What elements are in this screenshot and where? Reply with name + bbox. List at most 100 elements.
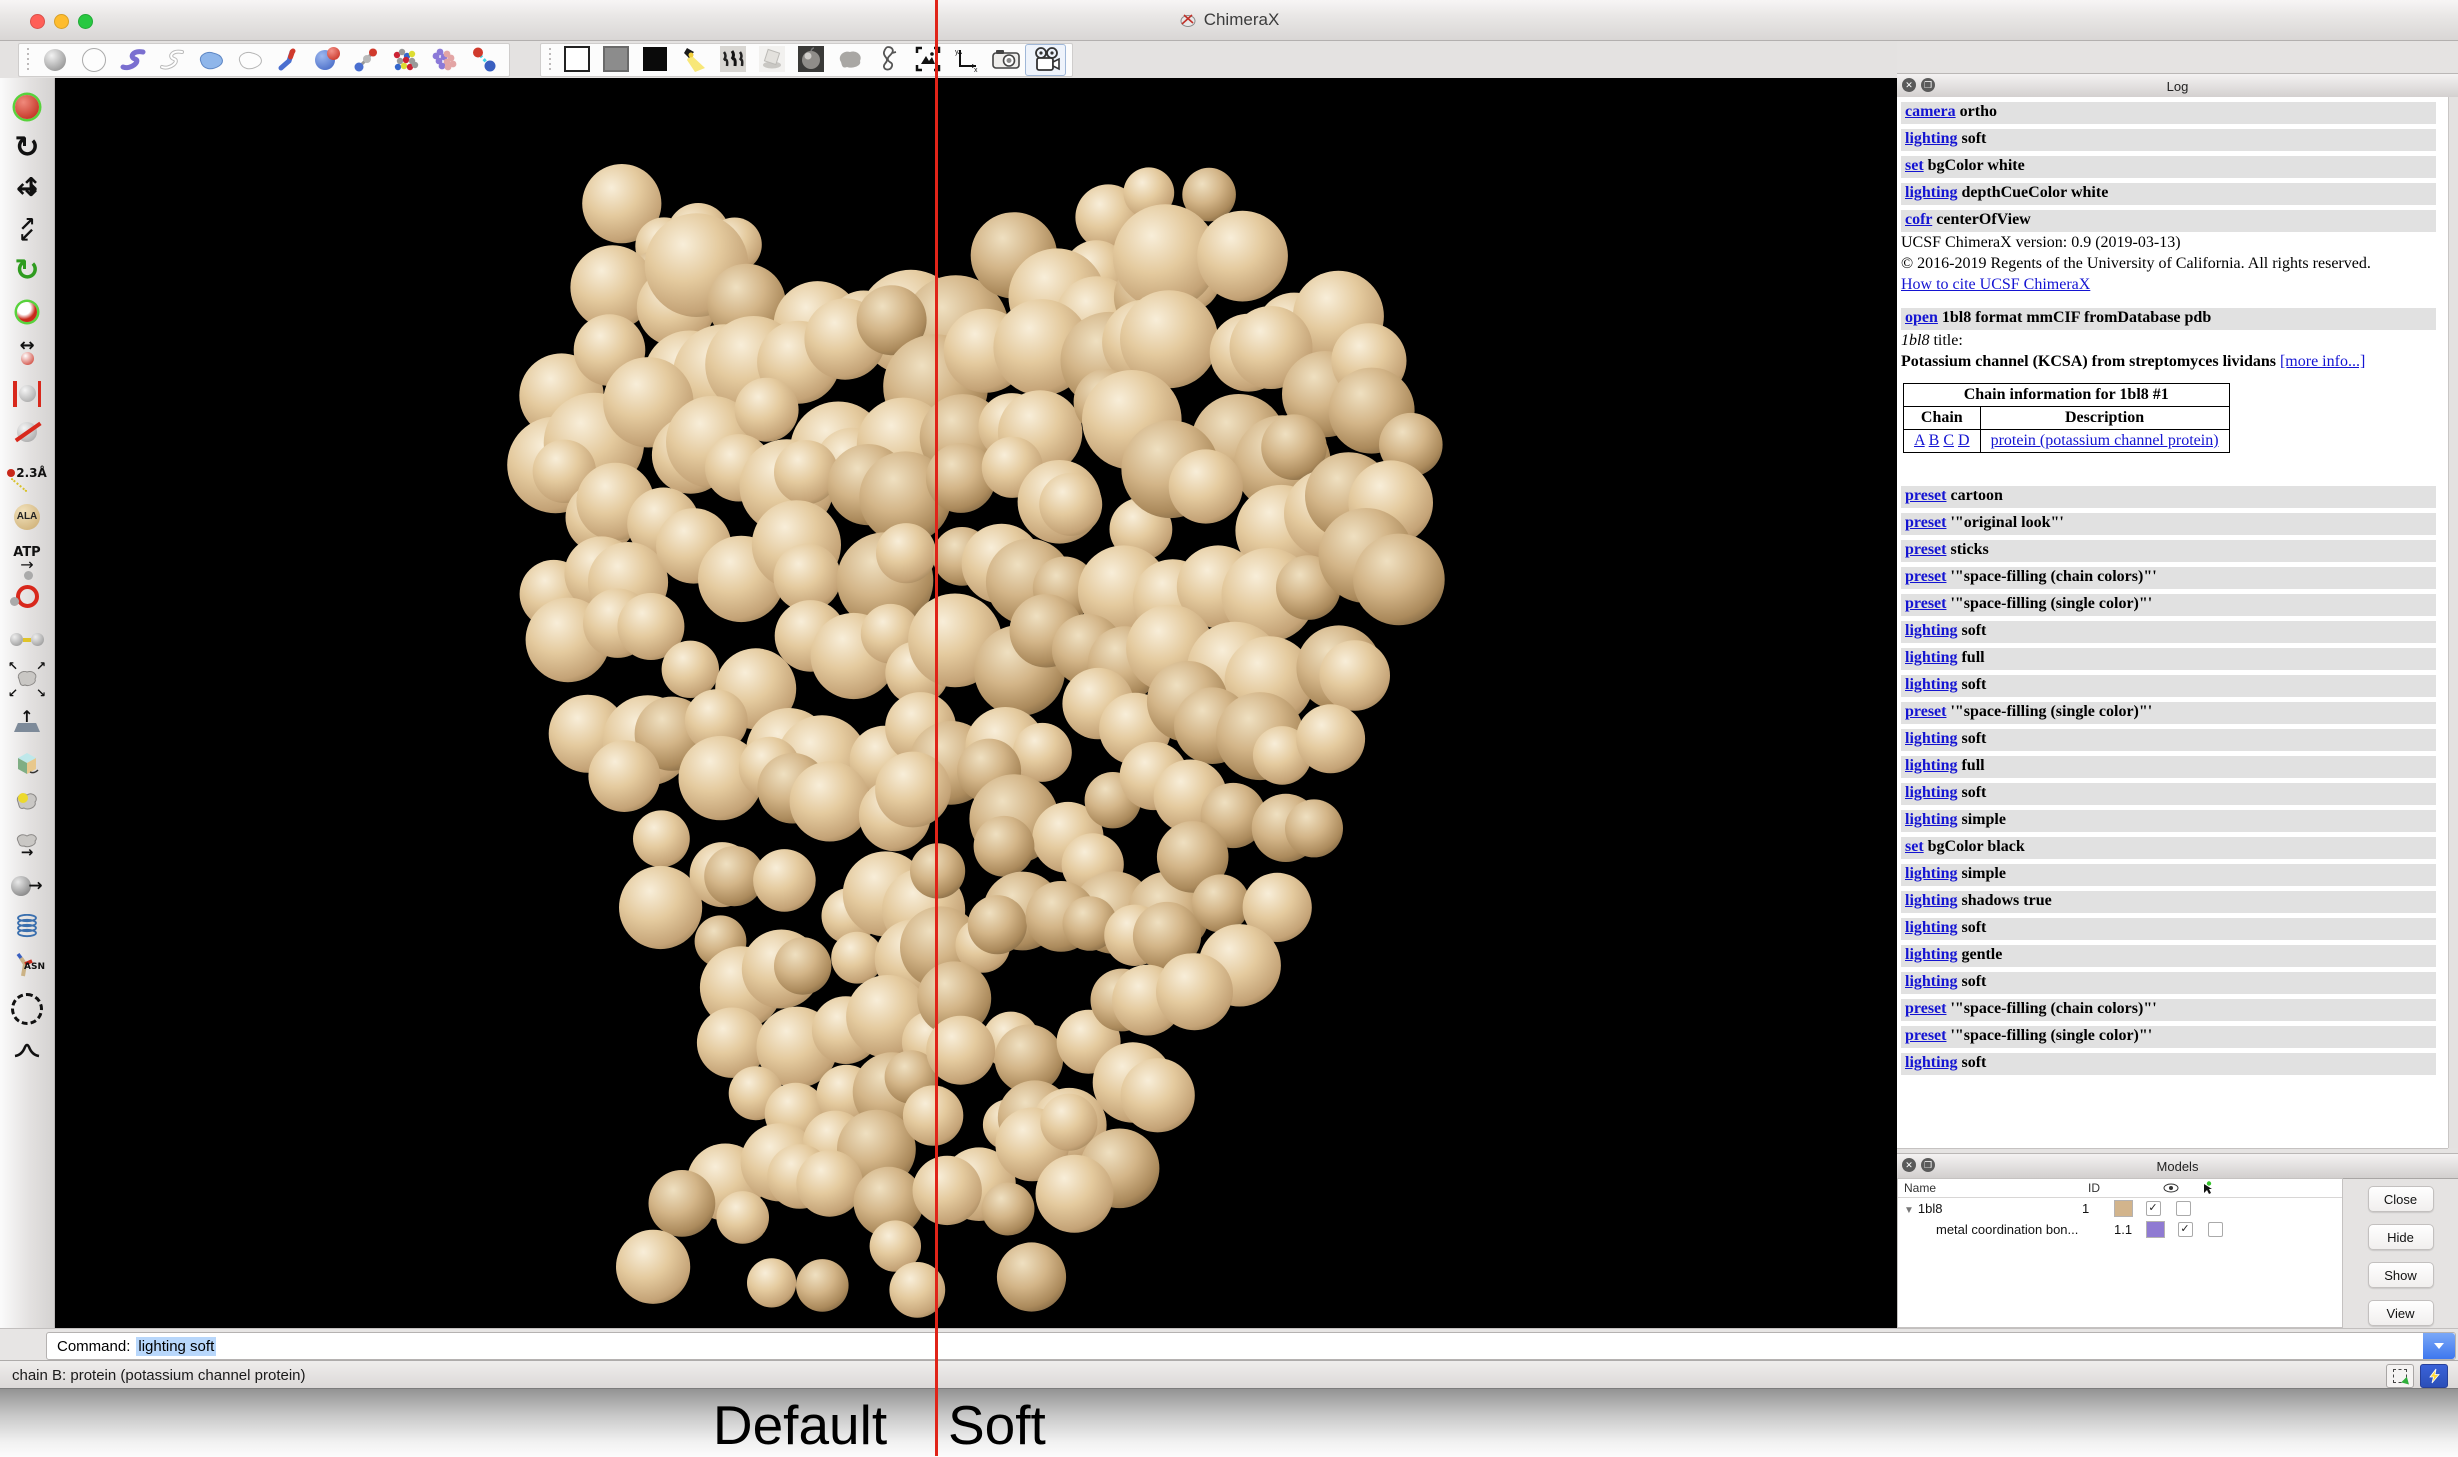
log-command-link[interactable]: preset <box>1905 487 1946 504</box>
clip-rotate-mouse-mode-button[interactable] <box>6 414 48 455</box>
zoom-mouse-mode-button[interactable]: ↗↙ <box>6 209 48 250</box>
orient-axes-button[interactable]: yx <box>947 44 986 74</box>
log-command-link[interactable]: preset <box>1905 568 1946 585</box>
stick-style-button[interactable] <box>269 45 308 75</box>
models-hide-button[interactable]: Hide <box>2368 1224 2434 1250</box>
flat-lighting-button[interactable] <box>830 44 869 74</box>
log-command-link[interactable]: set <box>1905 157 1924 174</box>
disclosure-triangle-icon[interactable]: ▼ <box>1904 1205 1914 1216</box>
toolbar-grip[interactable] <box>25 48 31 72</box>
rotate-selected-mouse-mode-button[interactable]: ↻ <box>6 250 48 291</box>
bond-rotation-mouse-mode-button[interactable] <box>6 619 48 660</box>
windowing-mouse-mode-button[interactable]: → <box>6 865 48 906</box>
center-of-rotation-mouse-mode-button[interactable] <box>6 578 48 619</box>
model-shown-checkbox[interactable]: ✓ <box>2178 1222 2193 1237</box>
log-command-link[interactable]: lighting <box>1905 973 1957 990</box>
model-color-swatch[interactable] <box>2146 1221 2165 1238</box>
translate-mouse-mode-button[interactable]: ↔↕ <box>6 168 48 209</box>
model-color-swatch[interactable] <box>2114 1200 2133 1217</box>
models-view-button[interactable]: View <box>2368 1300 2434 1326</box>
log-undock-icon[interactable]: ❐ <box>1921 78 1935 92</box>
how-to-cite-link[interactable]: How to cite UCSF ChimeraX <box>1901 276 2090 293</box>
chain-description-link[interactable]: protein (potassium channel protein) <box>1991 432 2219 449</box>
color-by-chain-button[interactable] <box>425 45 464 75</box>
model-shown-checkbox[interactable]: ✓ <box>2146 1201 2161 1216</box>
show-atoms-button[interactable] <box>35 45 74 75</box>
simple-lighting-button[interactable] <box>674 44 713 74</box>
log-command-link[interactable]: open <box>1905 309 1938 326</box>
move-ligand-mouse-mode-button[interactable]: ↔ <box>6 332 48 373</box>
snapshot-button[interactable] <box>986 44 1025 74</box>
tug-mouse-mode-button[interactable] <box>6 906 48 947</box>
models-undock-icon[interactable]: ❐ <box>1921 1158 1935 1172</box>
view-selected-button[interactable] <box>908 44 947 74</box>
sphere-style-button[interactable] <box>347 45 386 75</box>
pick-blob-mouse-mode-button[interactable] <box>6 783 48 824</box>
full-lighting-button[interactable] <box>752 44 791 74</box>
gray-background-button[interactable] <box>596 44 635 74</box>
chain-link[interactable]: B <box>1929 432 1940 449</box>
log-command-link[interactable]: lighting <box>1905 919 1957 936</box>
contour-level-mouse-mode-button[interactable]: ↖↗↙↘ <box>6 660 48 701</box>
model-selected-checkbox[interactable] <box>2208 1222 2223 1237</box>
log-scrollbar[interactable] <box>2448 97 2458 1148</box>
chain-link[interactable]: A <box>1914 432 1925 449</box>
log-command-link[interactable]: preset <box>1905 595 1946 612</box>
selection-mode-button[interactable] <box>2386 1364 2414 1388</box>
ball-and-stick-style-button[interactable] <box>308 45 347 75</box>
zone-mouse-mode-button[interactable] <box>6 988 48 1029</box>
pivot-mouse-mode-button[interactable] <box>6 1029 48 1070</box>
black-background-button[interactable] <box>635 44 674 74</box>
show-surfaces-button[interactable] <box>191 45 230 75</box>
swap-residue-mouse-mode-button[interactable]: ASN <box>6 947 48 988</box>
log-close-icon[interactable]: ✕ <box>1902 78 1916 92</box>
log-command-link[interactable]: preset <box>1905 1000 1946 1017</box>
log-command-link[interactable]: lighting <box>1905 649 1957 666</box>
play-map-series-mouse-mode-button[interactable]: → <box>6 824 48 865</box>
translate-selected-mouse-mode-button[interactable] <box>6 291 48 332</box>
log-command-link[interactable]: preset <box>1905 514 1946 531</box>
label-mouse-mode-button[interactable]: ALA <box>6 496 48 537</box>
model-selected-checkbox[interactable] <box>2176 1201 2191 1216</box>
record-movie-button[interactable] <box>1025 44 1066 76</box>
log-command-link[interactable]: lighting <box>1905 730 1957 747</box>
silhouettes-button[interactable] <box>869 44 908 74</box>
log-command-link[interactable]: lighting <box>1905 865 1957 882</box>
move-planes-mouse-mode-button[interactable]: ↑ <box>6 701 48 742</box>
log-command-link[interactable]: cofr <box>1905 211 1932 228</box>
log-command-link[interactable]: lighting <box>1905 784 1957 801</box>
log-command-link[interactable]: preset <box>1905 541 1946 558</box>
models-close-icon[interactable]: ✕ <box>1902 1158 1916 1172</box>
hide-atoms-button[interactable] <box>74 45 113 75</box>
toolbar-grip[interactable] <box>547 48 553 72</box>
log-command-link[interactable]: lighting <box>1905 811 1957 828</box>
log-command-link[interactable]: lighting <box>1905 892 1957 909</box>
chain-link[interactable]: C <box>1943 432 1954 449</box>
color-by-heteroatom-button[interactable] <box>386 45 425 75</box>
log-command-link[interactable]: set <box>1905 838 1924 855</box>
log-command-link[interactable]: lighting <box>1905 757 1957 774</box>
graphics-viewport[interactable] <box>55 78 1897 1328</box>
log-command-link[interactable]: lighting <box>1905 184 1957 201</box>
white-background-button[interactable] <box>557 44 596 74</box>
select-mouse-mode-button[interactable] <box>6 86 48 127</box>
more-info-link[interactable]: [more info...] <box>2280 353 2365 370</box>
log-command-link[interactable]: camera <box>1905 103 1956 120</box>
shadows-lighting-button[interactable] <box>791 44 830 74</box>
model-row[interactable]: ▼1bl81✓ <box>1898 1198 2342 1219</box>
log-command-link[interactable]: lighting <box>1905 622 1957 639</box>
chain-link[interactable]: D <box>1958 432 1970 449</box>
log-command-link[interactable]: lighting <box>1905 946 1957 963</box>
log-command-link[interactable]: lighting <box>1905 1054 1957 1071</box>
log-command-link[interactable]: preset <box>1905 1027 1946 1044</box>
rotate-mouse-mode-button[interactable]: ↻ <box>6 127 48 168</box>
hide-surfaces-button[interactable] <box>230 45 269 75</box>
command-history-dropdown[interactable] <box>2423 1333 2455 1359</box>
hide-cartoons-button[interactable] <box>152 45 191 75</box>
distance-mouse-mode-button[interactable]: 2.3Å <box>6 455 48 496</box>
show-cartoons-button[interactable] <box>113 45 152 75</box>
log-command-link[interactable]: lighting <box>1905 130 1957 147</box>
log-command-link[interactable]: lighting <box>1905 676 1957 693</box>
show-contacts-button[interactable] <box>464 45 503 75</box>
models-show-button[interactable]: Show <box>2368 1262 2434 1288</box>
